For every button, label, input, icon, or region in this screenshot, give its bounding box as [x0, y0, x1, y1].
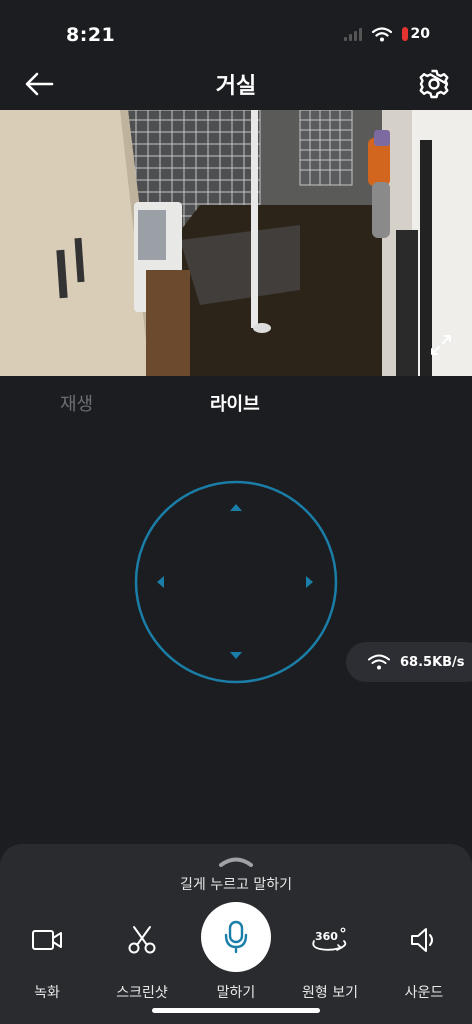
page-title: 거실: [215, 74, 257, 99]
pan-left-arrow-icon: [157, 576, 164, 588]
wifi-icon: [368, 654, 390, 670]
status-icons: 20: [343, 26, 430, 42]
sound-button[interactable]: 사운드: [384, 910, 464, 1002]
svg-text:360: 360: [315, 930, 338, 943]
microphone-icon: [224, 920, 248, 954]
talk-label: 말하기: [216, 985, 256, 1001]
tab-live[interactable]: 라이브: [210, 390, 260, 416]
cellular-signal-icon: [343, 27, 362, 41]
mode-tabs: 재생 라이브: [0, 390, 472, 420]
record-label: 녹화: [34, 985, 60, 1001]
360-view-button[interactable]: 360 원형 보기: [290, 910, 370, 1002]
battery-percent: 20: [410, 26, 430, 42]
settings-gear-icon[interactable]: [418, 68, 450, 100]
sound-label: 사운드: [404, 985, 444, 1001]
360-view-label: 원형 보기: [302, 985, 358, 1001]
wifi-icon: [371, 26, 392, 41]
speaker-icon: [411, 928, 433, 952]
pan-up-arrow-icon: [230, 504, 242, 511]
bottom-control-sheet: 길게 누르고 말하기 녹화 스크린샷 말하기 360 원형 보기 사운드: [0, 844, 472, 1024]
tab-playback[interactable]: 재생: [60, 390, 93, 416]
pan-right-arrow-icon: [306, 576, 313, 588]
360-view-icon: 360: [312, 927, 347, 951]
camera-live-view[interactable]: [0, 110, 472, 376]
home-indicator: [152, 1008, 320, 1013]
fullscreen-expand-icon[interactable]: [430, 334, 452, 356]
talk-button[interactable]: 말하기: [196, 902, 276, 1002]
screenshot-button[interactable]: 스크린샷: [102, 910, 182, 1002]
battery-indicator: 20: [401, 26, 430, 42]
scissors-icon: [128, 926, 156, 954]
screenshot-label: 스크린샷: [116, 985, 168, 1001]
camera-feed-image: [0, 110, 472, 376]
pan-down-arrow-icon: [230, 652, 242, 659]
sheet-expand-chevron-icon[interactable]: [218, 854, 254, 868]
status-bar: 8:21 20: [0, 0, 472, 70]
video-camera-icon: [32, 930, 62, 950]
network-speed-badge: 68.5KB/s: [346, 642, 472, 682]
talk-mic-circle[interactable]: [201, 902, 271, 972]
nav-bar: 거실: [0, 62, 472, 106]
push-to-talk-hint: 길게 누르고 말하기: [180, 877, 292, 893]
battery-level-icon: [401, 27, 408, 41]
status-time: 8:21: [66, 24, 116, 46]
ptz-direction-pad[interactable]: [134, 480, 338, 684]
record-button[interactable]: 녹화: [7, 910, 87, 1002]
action-bar: 녹화 스크린샷 말하기 360 원형 보기 사운드: [0, 902, 472, 1010]
network-speed-value: 68.5KB/s: [400, 654, 465, 670]
